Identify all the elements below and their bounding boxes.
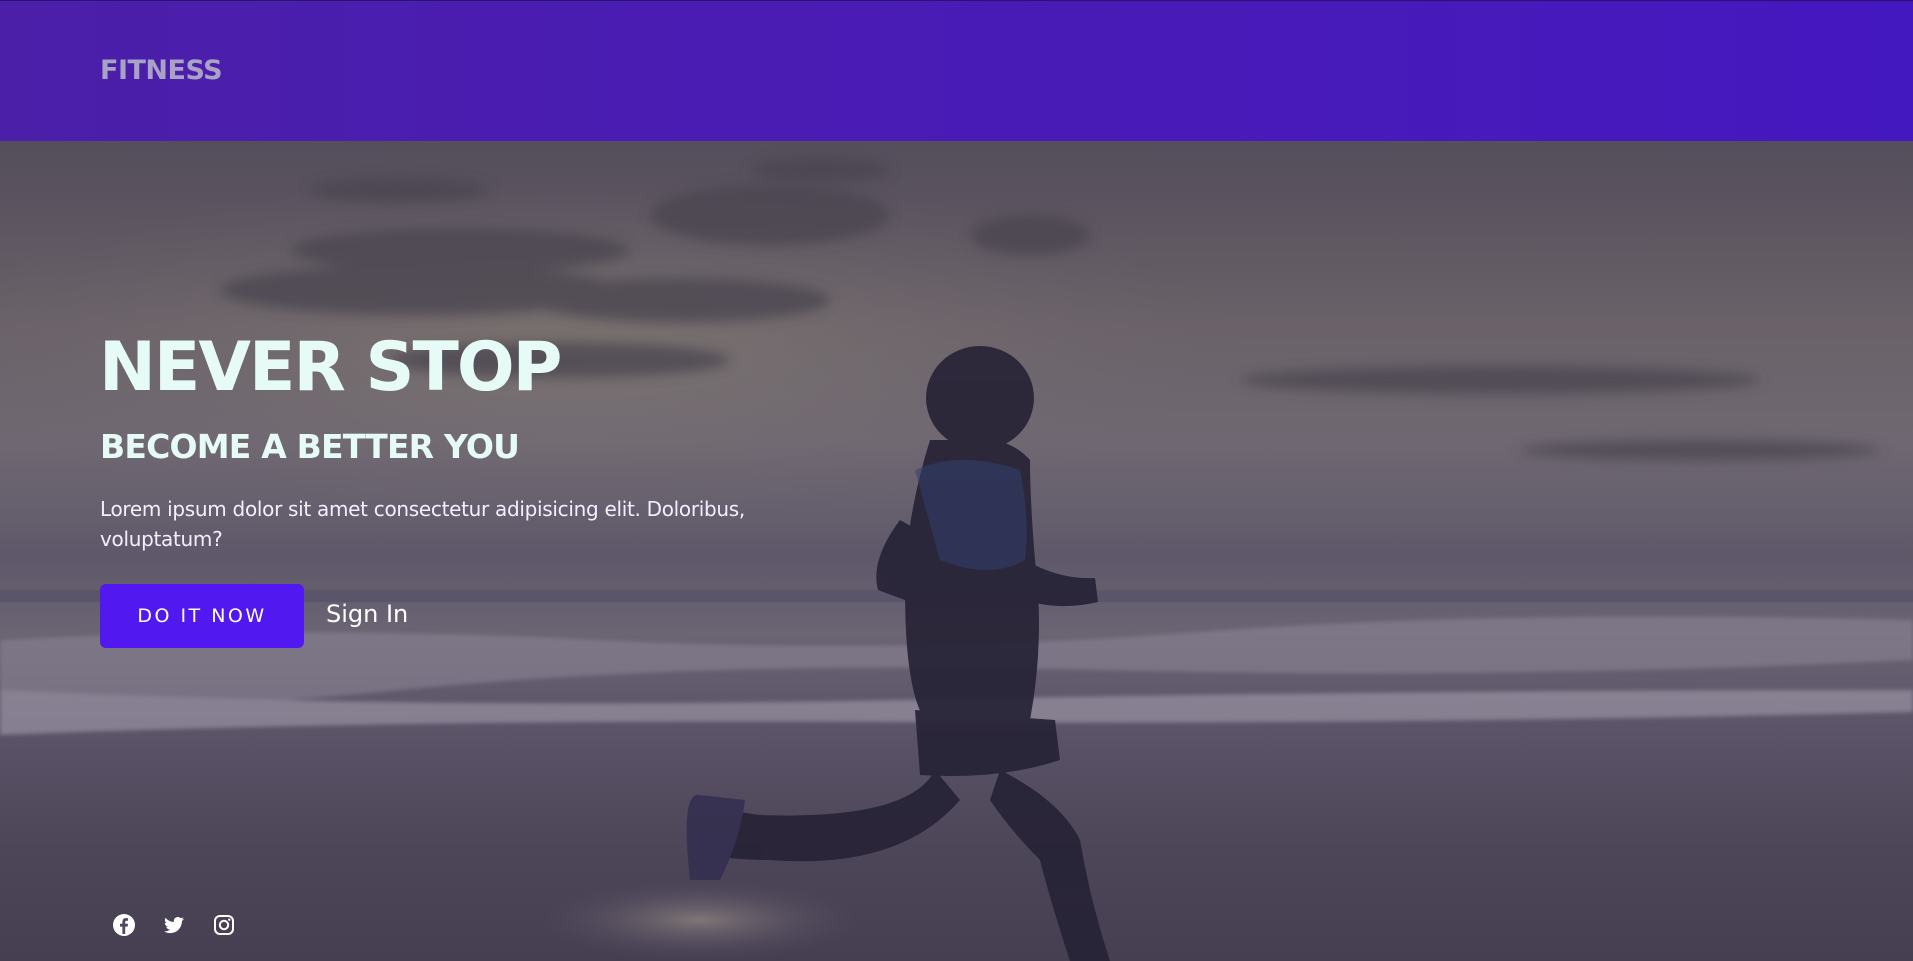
do-it-now-button[interactable]: DO IT NOW bbox=[100, 584, 304, 648]
twitter-icon[interactable] bbox=[162, 913, 186, 937]
site-logo[interactable]: FITNESS bbox=[100, 55, 223, 86]
beach-runner-scene bbox=[0, 140, 1913, 961]
sign-in-link[interactable]: Sign In bbox=[326, 596, 408, 632]
hero-subtitle: BECOME A BETTER YOU bbox=[100, 427, 520, 466]
hero-background-image bbox=[0, 0, 1913, 961]
hero-description: Lorem ipsum dolor sit amet consectetur a… bbox=[100, 497, 745, 551]
facebook-icon[interactable] bbox=[112, 913, 136, 937]
hero-title: NEVER STOP bbox=[99, 328, 562, 407]
instagram-icon[interactable] bbox=[212, 913, 236, 937]
social-links bbox=[112, 912, 236, 938]
site-header: FITNESS bbox=[0, 0, 1913, 141]
